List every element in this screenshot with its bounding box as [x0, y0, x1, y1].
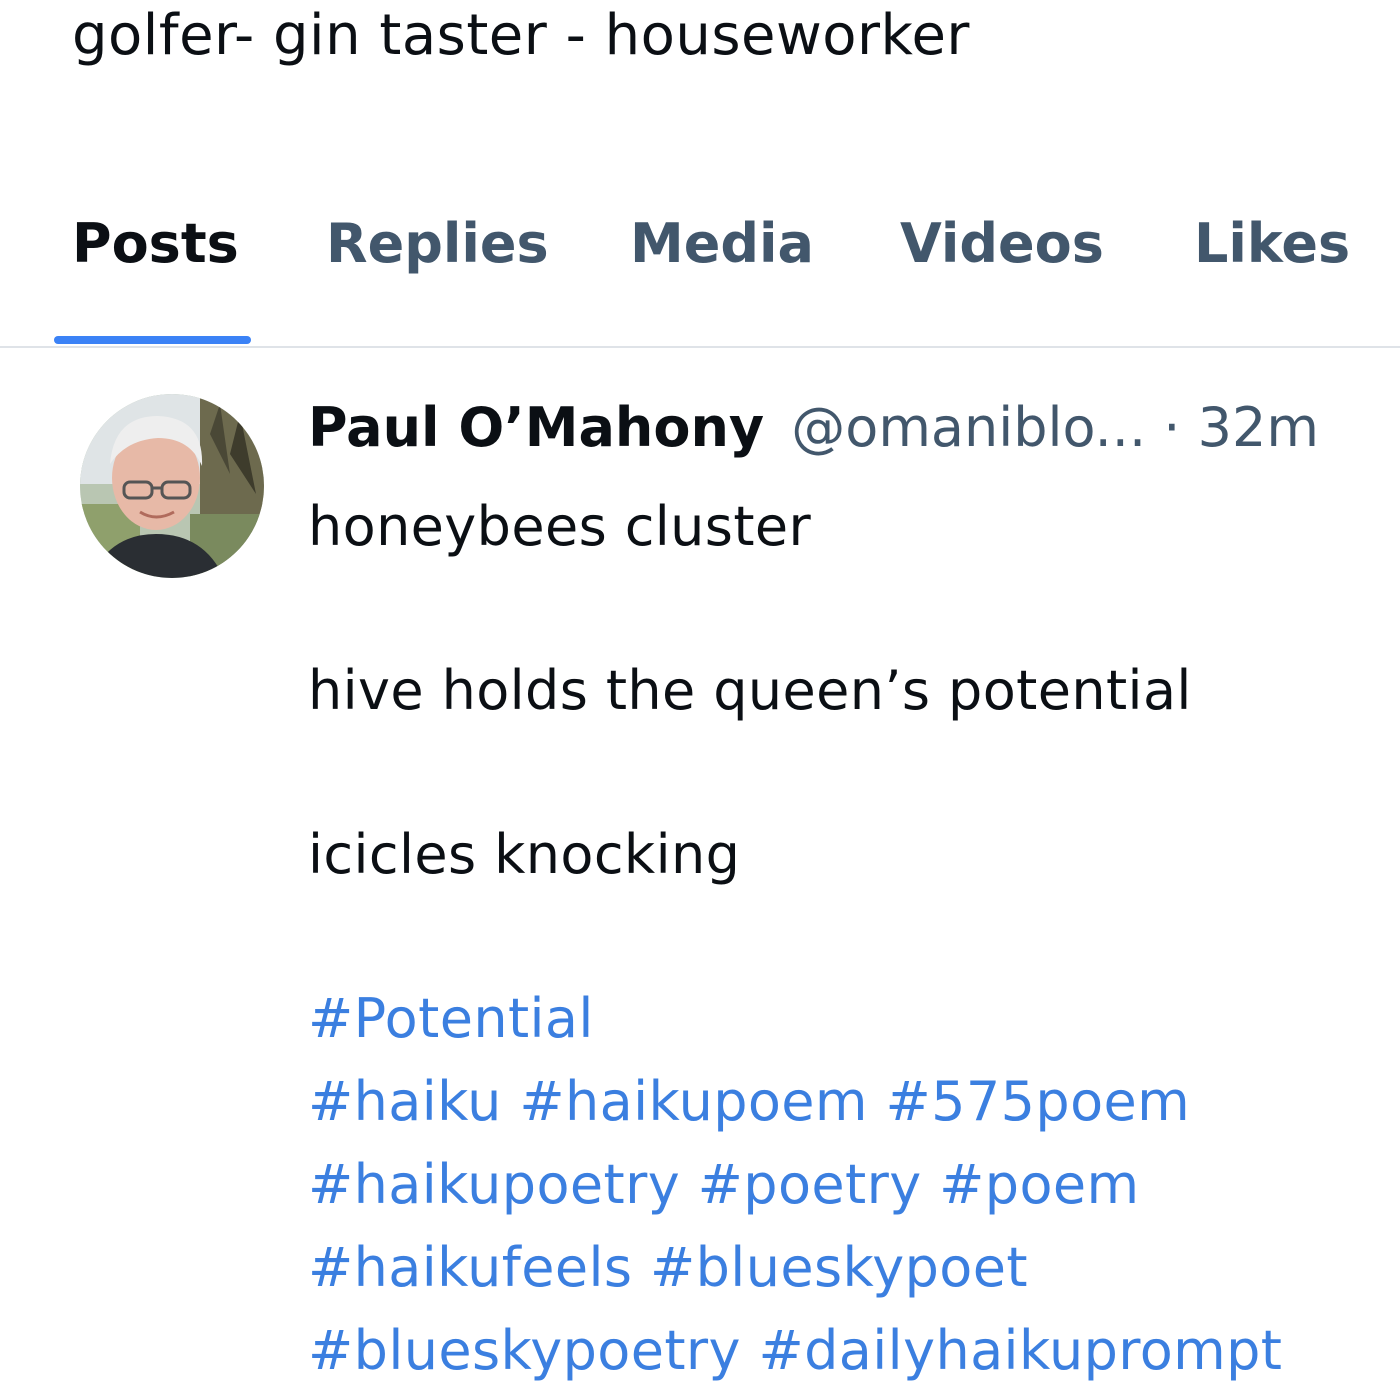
- post-separator: ·: [1163, 396, 1181, 459]
- hashtag-link[interactable]: #haikupoetry: [308, 1153, 680, 1216]
- profile-bio: golfer- gin taster - houseworker: [72, 3, 970, 68]
- hashtag-link[interactable]: #haiku: [308, 1070, 502, 1133]
- hashtag-line: #haikupoetry #poetry #poem: [308, 1144, 1282, 1227]
- tab-videos[interactable]: Videos: [900, 212, 1104, 275]
- profile-page: golfer- gin taster - houseworker Posts R…: [0, 0, 1400, 1400]
- tab-media[interactable]: Media: [630, 212, 814, 275]
- hashtag-link[interactable]: #haikupoem: [519, 1070, 868, 1133]
- hashtag-line: #Potential: [308, 978, 1282, 1061]
- hashtag-line: #blueskypoetry #dailyhaikuprompt: [308, 1310, 1282, 1393]
- hashtag-link[interactable]: #poem: [939, 1153, 1139, 1216]
- hashtag-link[interactable]: #dailyhaikuprompt: [758, 1319, 1282, 1382]
- hashtag-line: #haikufeels #blueskypoet: [308, 1227, 1282, 1310]
- hashtag-link[interactable]: #blueskypoetry: [308, 1319, 741, 1382]
- post-line: icicles knocking: [308, 823, 741, 886]
- hashtag-link[interactable]: #blueskypoet: [650, 1236, 1028, 1299]
- author-name[interactable]: Paul O’Mahony: [308, 396, 764, 459]
- post-timestamp[interactable]: 32m: [1198, 396, 1319, 459]
- profile-tabs: Posts Replies Media Videos Likes: [0, 190, 1400, 348]
- post-header: Paul O’Mahony @omaniblo... · 32m: [308, 392, 1319, 464]
- hashtag-link[interactable]: #haikufeels: [308, 1236, 632, 1299]
- avatar[interactable]: [80, 394, 264, 578]
- active-tab-indicator: [54, 336, 251, 344]
- post-line: honeybees cluster: [308, 495, 812, 558]
- hashtag-line: #haiku #haikupoem #575poem: [308, 1061, 1282, 1144]
- avatar-photo-icon: [80, 394, 264, 578]
- tab-likes[interactable]: Likes: [1194, 212, 1350, 275]
- tab-posts[interactable]: Posts: [72, 212, 239, 275]
- hashtag-link[interactable]: #poetry: [698, 1153, 922, 1216]
- hashtag-link[interactable]: #575poem: [886, 1070, 1191, 1133]
- post-text: honeybees cluster hive holds the queen’s…: [308, 486, 1282, 1393]
- hashtag-link[interactable]: #Potential: [308, 987, 594, 1050]
- post-line: hive holds the queen’s potential: [308, 659, 1192, 722]
- tab-replies[interactable]: Replies: [326, 212, 549, 275]
- author-handle[interactable]: @omaniblo...: [791, 396, 1146, 459]
- post-item[interactable]: Paul O’Mahony @omaniblo... · 32m honeybe…: [0, 348, 1400, 1400]
